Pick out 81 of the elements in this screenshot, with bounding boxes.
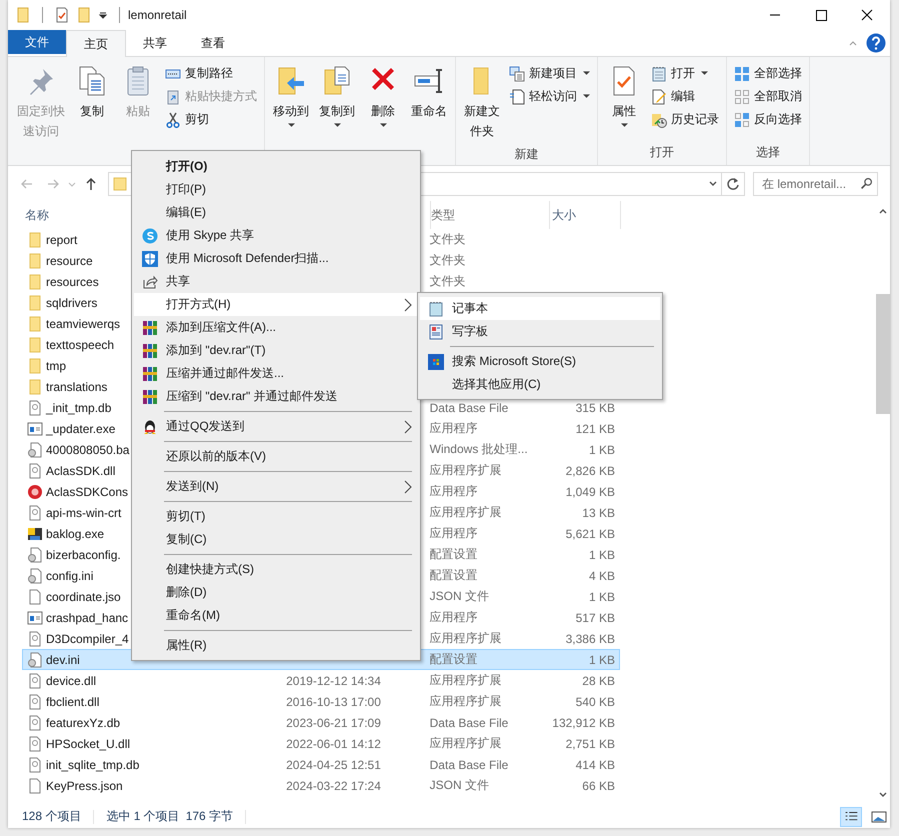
file-size: 1 KB xyxy=(588,652,615,666)
file-type: 配置设置 xyxy=(430,568,478,582)
selection-size: 176 字节 xyxy=(186,808,234,825)
file-name: resources xyxy=(46,274,99,288)
file-type: Data Base File xyxy=(430,758,508,772)
file-type: 应用程序扩展 xyxy=(430,631,502,645)
file-name: _updater.exe xyxy=(46,422,116,436)
file-type: JSON 文件 xyxy=(430,778,489,792)
file-size: 28 KB xyxy=(582,674,615,688)
file-type: Data Base File xyxy=(430,716,508,730)
file-size: 315 KB xyxy=(576,400,615,414)
group-label: 选择 xyxy=(755,144,781,161)
file-type: 应用程序扩展 xyxy=(430,673,502,687)
modified-date: 2016-10-13 17:00 xyxy=(286,694,381,708)
file-type: JSON 文件 xyxy=(430,589,489,603)
file-type: 应用程序 xyxy=(430,484,478,498)
file-name: baklog.exe xyxy=(46,526,104,540)
file-name: AclasSDKCons xyxy=(46,484,128,498)
file-size: 121 KB xyxy=(576,422,615,436)
modified-date: 2019-12-12 14:34 xyxy=(286,674,381,688)
file-type: 文件夹 xyxy=(430,274,466,288)
file-type: 文件夹 xyxy=(430,232,466,246)
modified-date: 2024-04-25 12:51 xyxy=(286,758,381,772)
file-size: 414 KB xyxy=(576,758,615,772)
file-name: 4000808050.ba xyxy=(46,442,130,456)
file-type: 文件夹 xyxy=(430,253,466,267)
file-name: texttospeech xyxy=(46,338,114,352)
file-type: 应用程序 xyxy=(430,421,478,435)
file-name: report xyxy=(46,232,78,246)
file-name: teamviewerqs xyxy=(46,316,120,330)
file-size: 1 KB xyxy=(588,590,615,604)
file-size: 1 KB xyxy=(588,548,615,562)
file-name: featurexYz.db xyxy=(46,716,120,730)
file-size: 1,049 KB xyxy=(566,484,615,498)
file-name: sqldrivers xyxy=(46,296,98,310)
file-name: bizerbaconfig. xyxy=(46,548,121,562)
group-label: 新建 xyxy=(514,146,540,163)
file-name: dev.ini xyxy=(46,652,80,666)
file-size: 5,621 KB xyxy=(566,526,615,540)
file-type: 应用程序扩展 xyxy=(430,505,502,519)
file-name: KeyPress.json xyxy=(46,778,123,792)
file-name: config.ini xyxy=(46,568,94,582)
file-size: 1 KB xyxy=(588,442,615,456)
modified-date: 2022-06-01 14:12 xyxy=(286,736,381,750)
file-type: 应用程序 xyxy=(430,610,478,624)
file-size: 540 KB xyxy=(576,694,615,708)
window-title: lemonretail xyxy=(128,8,187,22)
file-type: Windows 批处理... xyxy=(430,442,528,456)
file-size: 517 KB xyxy=(576,610,615,624)
selection-count: 选中 1 个项目 xyxy=(106,808,180,825)
file-size: 2,826 KB xyxy=(566,464,615,478)
file-type: 应用程序扩展 xyxy=(430,736,502,750)
file-type: 应用程序扩展 xyxy=(430,463,502,477)
file-name: _init_tmp.db xyxy=(46,400,112,414)
file-name: device.dll xyxy=(46,674,96,688)
file-name: D3Dcompiler_4 xyxy=(46,632,129,646)
file-name: init_sqlite_tmp.db xyxy=(46,758,140,772)
file-name: resource xyxy=(46,254,93,268)
modified-date: 2023-06-21 17:09 xyxy=(286,716,381,730)
file-type: 配置设置 xyxy=(430,547,478,561)
file-size: 13 KB xyxy=(582,506,615,520)
file-type: 应用程序 xyxy=(430,526,478,540)
file-name: crashpad_hanc xyxy=(46,610,128,624)
item-count: 128 个项目 xyxy=(22,808,82,825)
file-name: AclasSDK.dll xyxy=(46,464,116,478)
file-name: translations xyxy=(46,380,108,394)
file-type: Data Base File xyxy=(430,400,508,414)
file-type: 应用程序扩展 xyxy=(430,694,502,708)
file-name: tmp xyxy=(46,358,66,372)
file-size: 2,751 KB xyxy=(566,736,615,750)
file-name: coordinate.jso xyxy=(46,590,121,604)
modified-date: 2024-03-22 17:24 xyxy=(286,778,381,792)
file-size: 66 KB xyxy=(582,778,615,792)
file-name: fbclient.dll xyxy=(46,694,100,708)
file-size: 4 KB xyxy=(588,568,615,582)
file-name: api-ms-win-crt xyxy=(46,506,122,520)
file-size: 3,386 KB xyxy=(566,632,615,646)
file-name: HPSocket_U.dll xyxy=(46,736,130,750)
file-size: 132,912 KB xyxy=(552,716,615,730)
file-type: 配置设置 xyxy=(430,652,478,666)
group-label: 打开 xyxy=(649,144,675,161)
